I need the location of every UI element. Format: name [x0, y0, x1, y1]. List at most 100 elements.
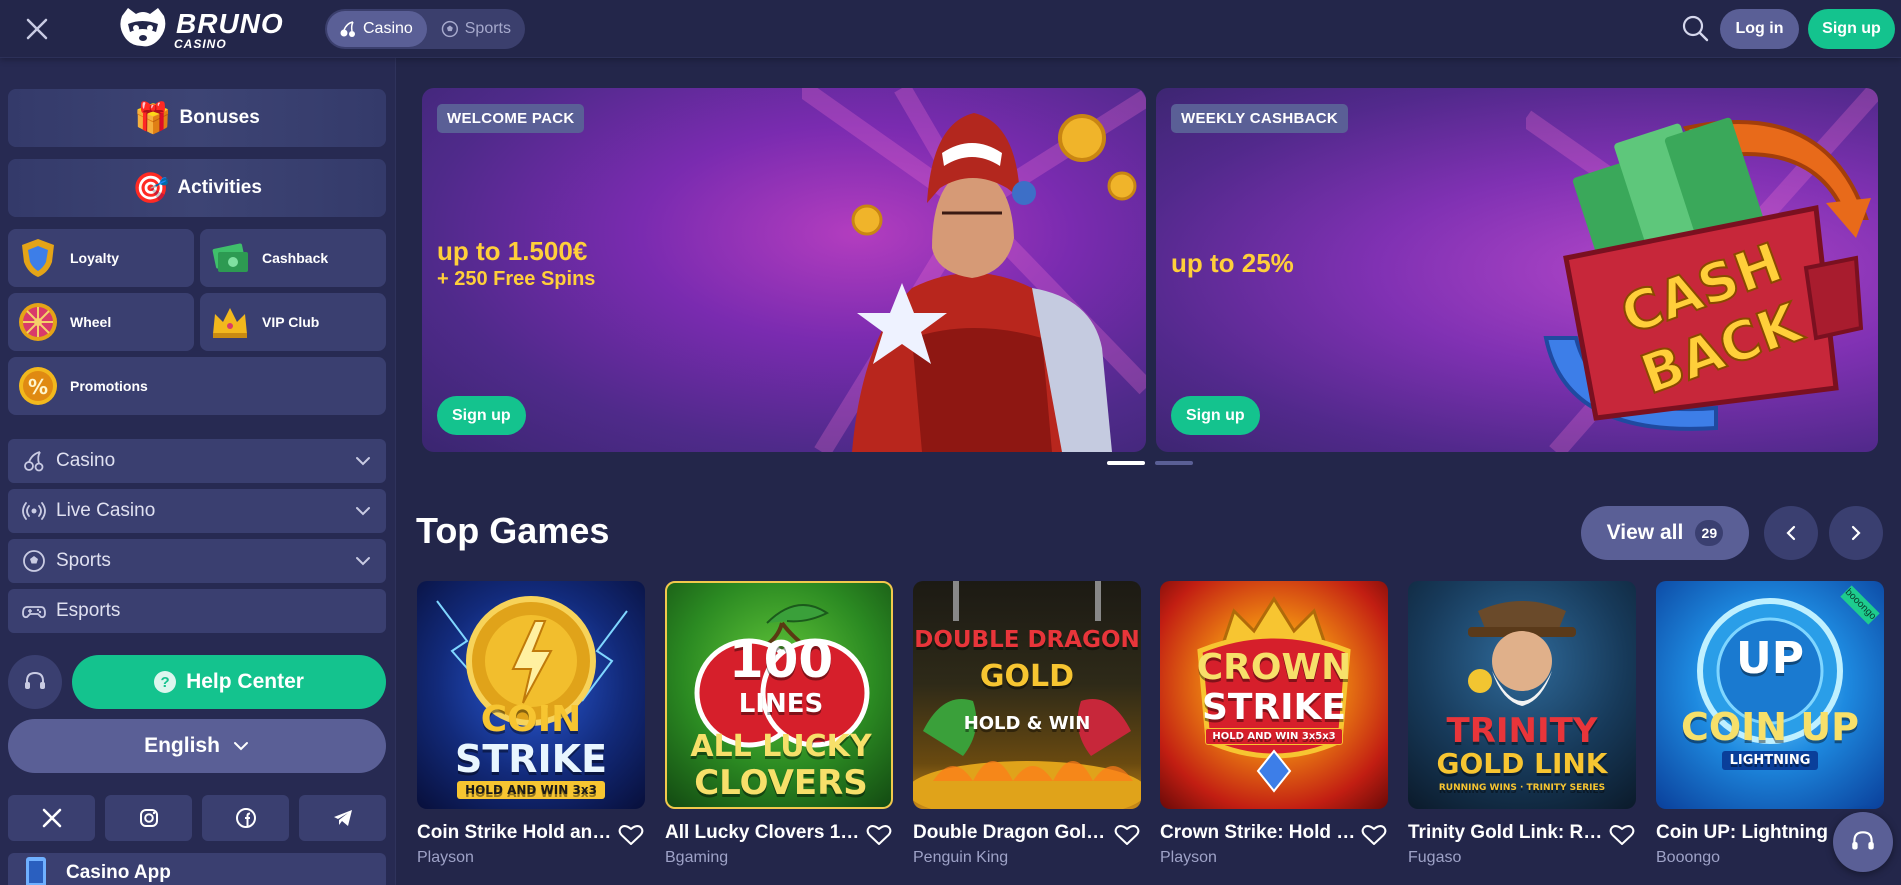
banner-tag: WEEKLY CASHBACK	[1171, 104, 1349, 133]
sidebar-menu-casino[interactable]: Casino	[8, 439, 386, 483]
view-all-label: View all	[1606, 521, 1684, 544]
mode-sports-label: Sports	[464, 20, 511, 37]
game-thumbnail[interactable]: CROWN STRIKE HOLD AND WIN 3x5x3	[1160, 581, 1388, 809]
welcome-pack-banner[interactable]: WELCOME PACK up to 1.500€ + 250 Free Spi…	[422, 88, 1146, 452]
sidebar-activities[interactable]: 🎯 Activities	[8, 159, 386, 217]
social-telegram-button[interactable]	[299, 795, 386, 841]
sidebar-bonuses-label: Bonuses	[179, 107, 260, 128]
social-facebook-button[interactable]	[202, 795, 289, 841]
game-card: 100 LINES ALL LUCKY CLOVERS All Lucky Cl…	[665, 581, 893, 885]
sidebar-menu-esports[interactable]: Esports	[8, 589, 386, 633]
banner-title: up to 1.500€	[437, 236, 588, 266]
dragon-gold-art	[913, 581, 1141, 809]
game-art-title: LINES	[738, 689, 824, 719]
sidebar-wheel-label: Wheel	[70, 314, 112, 330]
banner-title: up to 25%	[1171, 248, 1294, 278]
game-art-title: DOUBLE DRAGON	[914, 627, 1140, 653]
heart-icon[interactable]	[1361, 823, 1387, 847]
game-thumbnail[interactable]: TRINITY GOLD LINK RUNNING WINS · TRINITY…	[1408, 581, 1636, 809]
game-name[interactable]: Double Dragon Gold...	[913, 822, 1109, 844]
game-provider: Bgaming	[665, 849, 729, 866]
view-all-button[interactable]: View all 29	[1581, 506, 1749, 560]
sidebar: 🎁 Bonuses 🎯 Activities Loyalty Cashback …	[0, 58, 396, 885]
sidebar-promotions-label: Promotions	[70, 378, 148, 394]
sidebar-vip-club[interactable]: VIP Club	[200, 293, 386, 351]
game-art-subtitle: HOLD AND WIN 3x5x3	[1160, 728, 1388, 745]
language-selector[interactable]: English	[8, 719, 386, 773]
sidebar-menu-live-casino-label: Live Casino	[56, 500, 156, 521]
dart-target-icon: 🎯	[132, 171, 170, 205]
sidebar-cashback-label: Cashback	[262, 250, 329, 266]
smartphone-icon	[26, 857, 46, 885]
game-name[interactable]: All Lucky Clovers 100	[665, 822, 861, 844]
support-chat-button[interactable]	[8, 655, 62, 709]
headset-icon	[25, 671, 45, 689]
game-provider: Fugaso	[1408, 849, 1462, 866]
sidebar-promotions[interactable]: % Promotions	[8, 357, 386, 415]
game-thumbnail[interactable]: UP COIN UP LIGHTNING booongo	[1656, 581, 1884, 809]
soccer-ball-icon	[441, 20, 459, 38]
carousel-dot[interactable]	[1155, 461, 1193, 465]
gift-icon: 🎁	[134, 101, 172, 135]
game-thumbnail[interactable]: COIN STRIKE HOLD AND WIN 3x3	[417, 581, 645, 809]
casino-app-link[interactable]: Casino App	[8, 853, 386, 885]
chevron-down-icon	[356, 507, 370, 516]
mode-sports-button[interactable]: Sports	[429, 11, 523, 47]
wheel-of-fortune-icon	[14, 298, 62, 346]
heart-icon[interactable]	[1114, 823, 1140, 847]
login-button[interactable]: Log in	[1720, 9, 1799, 49]
banner-carousel-dots	[1107, 461, 1193, 467]
search-icon[interactable]	[1680, 13, 1710, 43]
gamepad-icon	[22, 606, 46, 619]
crown-icon	[206, 298, 254, 346]
signup-button[interactable]: Sign up	[1808, 9, 1895, 49]
game-thumbnail[interactable]: DOUBLE DRAGON GOLD HOLD & WIN	[913, 581, 1141, 809]
instagram-icon	[139, 809, 158, 827]
top-header: BRUNO CASINO Casino Sports Log in Sign u…	[0, 0, 1901, 58]
sidebar-vip-label: VIP Club	[262, 314, 320, 330]
banner-signup-button[interactable]: Sign up	[1171, 396, 1260, 435]
banner-signup-button[interactable]: Sign up	[437, 396, 526, 435]
close-icon[interactable]	[22, 14, 52, 44]
social-instagram-button[interactable]	[105, 795, 192, 841]
game-name[interactable]: Trinity Gold Link: Ru...	[1408, 822, 1604, 844]
game-art-title: COIN UP	[1680, 705, 1860, 749]
social-x-button[interactable]	[8, 795, 95, 841]
shield-icon	[14, 234, 62, 282]
sidebar-menu-sports[interactable]: Sports	[8, 539, 386, 583]
sidebar-cashback[interactable]: Cashback	[200, 229, 386, 287]
bruno-casino-logo[interactable]: BRUNO CASINO	[116, 6, 306, 51]
game-name[interactable]: Crown Strike: Hold a...	[1160, 822, 1356, 844]
help-center-button[interactable]: ? Help Center	[72, 655, 386, 709]
mode-casino-button[interactable]: Casino	[327, 11, 427, 47]
carousel-prev-button[interactable]	[1764, 506, 1818, 560]
game-thumbnail[interactable]: 100 LINES ALL LUCKY CLOVERS	[665, 581, 893, 809]
chevron-left-icon	[1786, 525, 1796, 541]
heart-icon[interactable]	[618, 823, 644, 847]
chevron-down-icon	[233, 742, 248, 751]
game-art-title: CROWN	[1196, 647, 1352, 688]
sidebar-bonuses[interactable]: 🎁 Bonuses	[8, 89, 386, 147]
facebook-icon	[235, 808, 256, 828]
carousel-dot[interactable]	[1107, 461, 1145, 465]
carousel-next-button[interactable]	[1829, 506, 1883, 560]
game-provider: Playson	[1160, 849, 1217, 866]
game-name[interactable]: Coin Strike Hold and...	[417, 822, 613, 844]
heart-icon[interactable]	[866, 823, 892, 847]
game-art-title: TRINITY	[1446, 711, 1598, 751]
sidebar-wheel[interactable]: Wheel	[8, 293, 194, 351]
logo-subtitle: CASINO	[174, 37, 227, 51]
sidebar-menu-casino-label: Casino	[56, 450, 116, 471]
floating-support-button[interactable]	[1833, 812, 1893, 872]
game-card: COIN STRIKE HOLD AND WIN 3x3 Coin Strike…	[417, 581, 645, 885]
cashback-wallet-illustration: CASH BACK	[1526, 88, 1878, 452]
cherries-icon	[24, 451, 44, 472]
game-name[interactable]: Coin UP: Lightning	[1656, 822, 1852, 844]
game-art-title: GOLD LINK	[1436, 747, 1608, 780]
weekly-cashback-banner[interactable]: CASH BACK WEEKLY CASHBACK up to 25% Sign…	[1156, 88, 1878, 452]
sidebar-loyalty[interactable]: Loyalty	[8, 229, 194, 287]
game-art-subtitle: RUNNING WINS · TRINITY SERIES	[1438, 783, 1606, 793]
raccoon-logo-icon	[120, 8, 166, 47]
heart-icon[interactable]	[1609, 823, 1635, 847]
sidebar-menu-live-casino[interactable]: Live Casino	[8, 489, 386, 533]
